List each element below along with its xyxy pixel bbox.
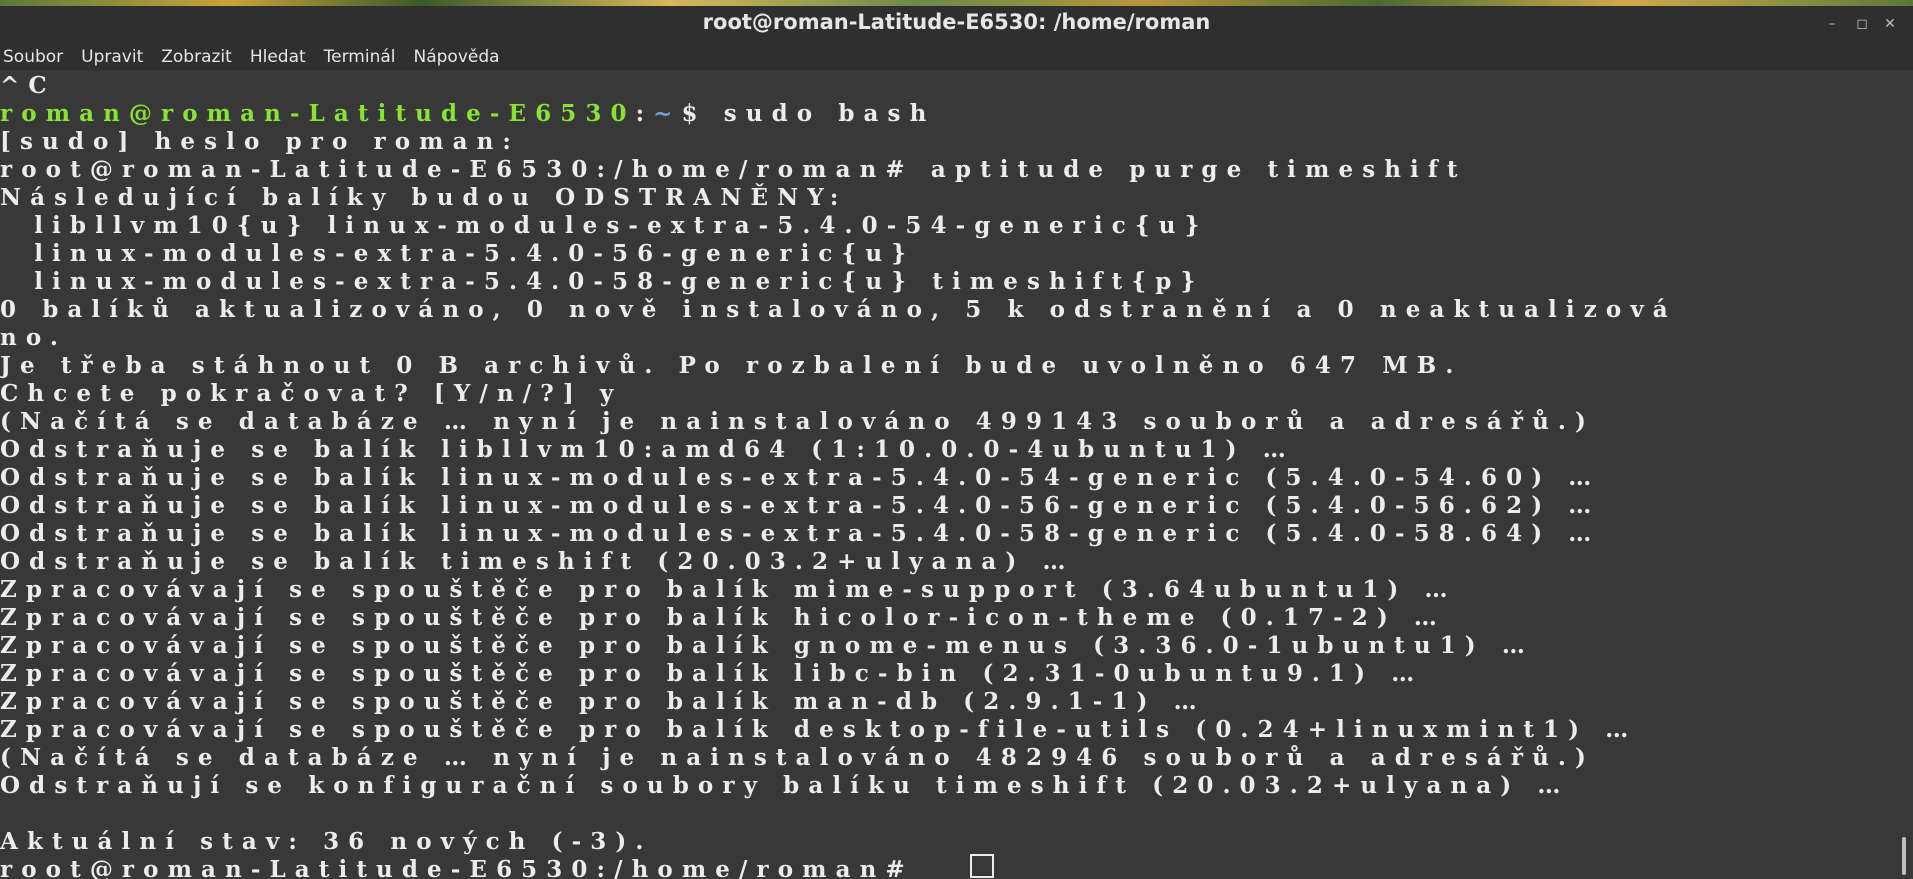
terminal-line: Je třeba stáhnout 0 B archivů. Po rozbal… (0, 352, 1463, 379)
close-icon[interactable]: ✕ (1880, 14, 1900, 34)
menu-hledat[interactable]: Hledat (247, 47, 311, 67)
terminal-cursor (970, 854, 994, 878)
terminal-line: (Načítá se databáze … nyní je nainstalov… (0, 408, 1596, 435)
terminal-line: (Načítá se databáze … nyní je nainstalov… (0, 744, 1596, 771)
terminal-line: Odstraňuje se balík timeshift (20.03.2+u… (0, 548, 1075, 575)
terminal-line: linux-modules-extra-5.4.0-56-generic{u} (0, 240, 916, 267)
window-titlebar[interactable]: root@roman-Latitude-E6530: /home/roman –… (0, 6, 1913, 44)
prompt-command: $ sudo bash (681, 100, 936, 127)
terminal-line: Zpracovávají se spouštěče pro balík gnom… (0, 632, 1535, 659)
terminal-line: libllvm10{u} linux-modules-extra-5.4.0-5… (0, 212, 1209, 239)
terminal-line: Zpracovávají se spouštěče pro balík desk… (0, 716, 1638, 743)
terminal-line: Chcete pokračovat? [Y/n/?] y (0, 380, 623, 407)
maximize-icon[interactable]: ◻ (1852, 14, 1872, 34)
terminal-line: [sudo] heslo pro roman: (0, 128, 521, 155)
terminal-line: 0 balíků aktualizováno, 0 nově instalová… (0, 296, 1677, 323)
menu-zobrazit[interactable]: Zobrazit (158, 47, 237, 67)
terminal-line: linux-modules-extra-5.4.0-58-generic{u} … (0, 268, 1205, 295)
terminal-line: root@roman-Latitude-E6530:/home/roman# a… (0, 156, 1467, 183)
menu-soubor[interactable]: Soubor (0, 47, 68, 67)
window-title: root@roman-Latitude-E6530: /home/roman (702, 10, 1211, 34)
terminal-line: Zpracovávají se spouštěče pro balík hico… (0, 604, 1447, 631)
terminal-line: Zpracovávají se spouštěče pro balík mime… (0, 576, 1457, 603)
menu-terminal[interactable]: Terminál (321, 47, 401, 67)
terminal-line: Odstraňuje se balík linux-modules-extra-… (0, 492, 1601, 519)
terminal-line: Zpracovávají se spouštěče pro balík libc… (0, 660, 1424, 687)
terminal-prompt-line: roman@roman-Latitude-E6530:~$ sudo bash (0, 100, 935, 128)
menu-upravit[interactable]: Upravit (78, 47, 148, 67)
terminal-line: Odstraňuje se balík linux-modules-extra-… (0, 520, 1601, 547)
terminal-line: Odstraňují se konfigurační soubory balík… (0, 772, 1570, 799)
menu-bar: Soubor Upravit Zobrazit Hledat Terminál … (0, 44, 1913, 70)
terminal-line: Následující balíky budou ODSTRANĚNY: (0, 184, 848, 211)
prompt-path: ~ (653, 100, 682, 127)
terminal-line: Zpracovávají se spouštěče pro balík man-… (0, 688, 1206, 715)
scrollbar-thumb[interactable] (1902, 837, 1906, 875)
minimize-icon[interactable]: – (1822, 14, 1842, 34)
prompt-userhost: roman@roman-Latitude-E6530 (0, 100, 636, 127)
terminal-scrollbar[interactable] (1895, 72, 1913, 879)
terminal-line: ^C (0, 72, 56, 99)
prompt-colon: : (635, 100, 654, 127)
terminal-line: Odstraňuje se balík linux-modules-extra-… (0, 464, 1601, 491)
terminal-line: Odstraňuje se balík libllvm10:amd64 (1:1… (0, 436, 1295, 463)
menu-napoveda[interactable]: Nápověda (411, 47, 505, 67)
terminal-output[interactable]: ^C roman@roman-Latitude-E6530:~$ sudo ba… (0, 72, 1895, 879)
terminal-line: Aktuální stav: 36 nových (-3). (0, 828, 653, 855)
terminal-line: no. (0, 324, 67, 351)
terminal-line: root@roman-Latitude-E6530:/home/roman# (0, 856, 931, 879)
